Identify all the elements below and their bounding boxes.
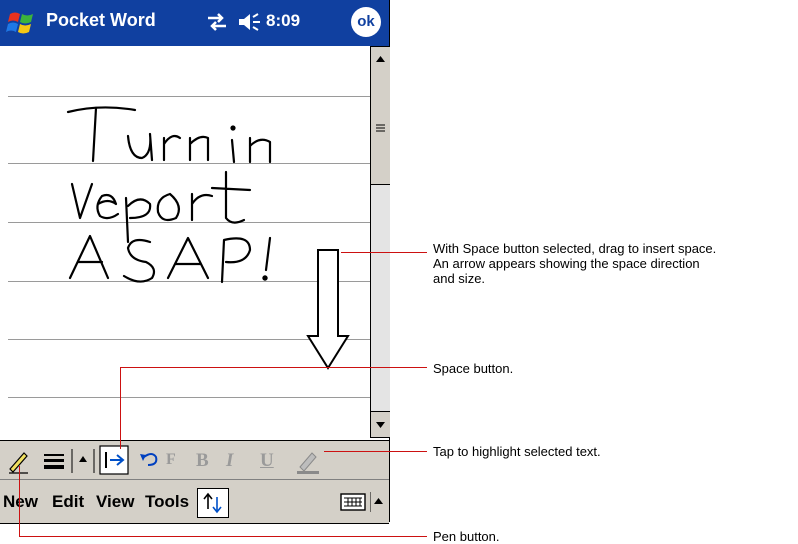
callout-text: An arrow appears showing the space direc… (433, 256, 700, 271)
title-bar: Pocket Word 8:09 ok (0, 0, 389, 46)
callout-line-space-drag (341, 252, 427, 253)
pen-toolbar: F B I U (0, 440, 389, 479)
edit-mode-button[interactable] (197, 488, 229, 518)
volume-icon[interactable] (236, 10, 264, 34)
callout-text: and size. (433, 271, 486, 286)
clock[interactable]: 8:09 (266, 11, 300, 31)
ok-button[interactable]: ok (351, 7, 381, 37)
menu-view[interactable]: View (96, 492, 134, 512)
vertical-scrollbar[interactable] (370, 46, 390, 438)
callout-space-drag: With Space button selected, drag to inse… (433, 241, 716, 286)
menu-edit[interactable]: Edit (52, 492, 84, 512)
input-panel-arrow-icon[interactable] (370, 492, 384, 512)
keyboard-icon[interactable] (340, 492, 366, 512)
windows-flag-icon[interactable] (6, 8, 38, 38)
chevron-up-icon (376, 56, 385, 62)
menu-tools[interactable]: Tools (145, 492, 189, 512)
callout-text: With Space button selected, drag to inse… (433, 241, 717, 256)
callout-line-space-button-vertical (120, 367, 121, 449)
bold-icon[interactable]: B (196, 450, 218, 480)
connectivity-icon[interactable] (204, 10, 230, 34)
up-down-arrows-icon (203, 492, 222, 514)
line-weight-icon[interactable] (40, 445, 68, 475)
grip-icon (376, 124, 385, 132)
italic-icon[interactable]: I (226, 450, 248, 480)
chevron-down-icon (376, 422, 385, 428)
app-title: Pocket Word (46, 10, 156, 30)
menu-new[interactable]: New (3, 492, 38, 512)
callout-line-space-button (120, 367, 427, 368)
space-arrow (306, 249, 350, 370)
font-icon[interactable]: F (166, 451, 192, 481)
scroll-down-button[interactable] (371, 411, 390, 438)
callout-highlight: Tap to highlight selected text. (433, 444, 601, 459)
pocket-pc-screen: Pocket Word 8:09 ok F B I U New Edit Vie… (0, 0, 390, 524)
callout-line-pen (19, 536, 427, 537)
scroll-up-button[interactable] (371, 46, 390, 73)
scroll-thumb[interactable] (371, 72, 390, 185)
dropdown-arrow-icon[interactable] (70, 445, 98, 475)
highlight-icon[interactable] (294, 445, 322, 475)
space-icon[interactable] (99, 445, 129, 475)
writing-area[interactable] (0, 46, 370, 438)
undo-icon[interactable] (136, 445, 162, 475)
callout-space-button: Space button. (433, 361, 514, 376)
callout-line-highlight (324, 451, 427, 452)
menu-bar: New Edit View Tools (0, 479, 389, 524)
handwriting-ink (66, 106, 350, 370)
underline-icon[interactable]: U (260, 450, 282, 480)
callout-line-pen-vertical (19, 466, 20, 536)
